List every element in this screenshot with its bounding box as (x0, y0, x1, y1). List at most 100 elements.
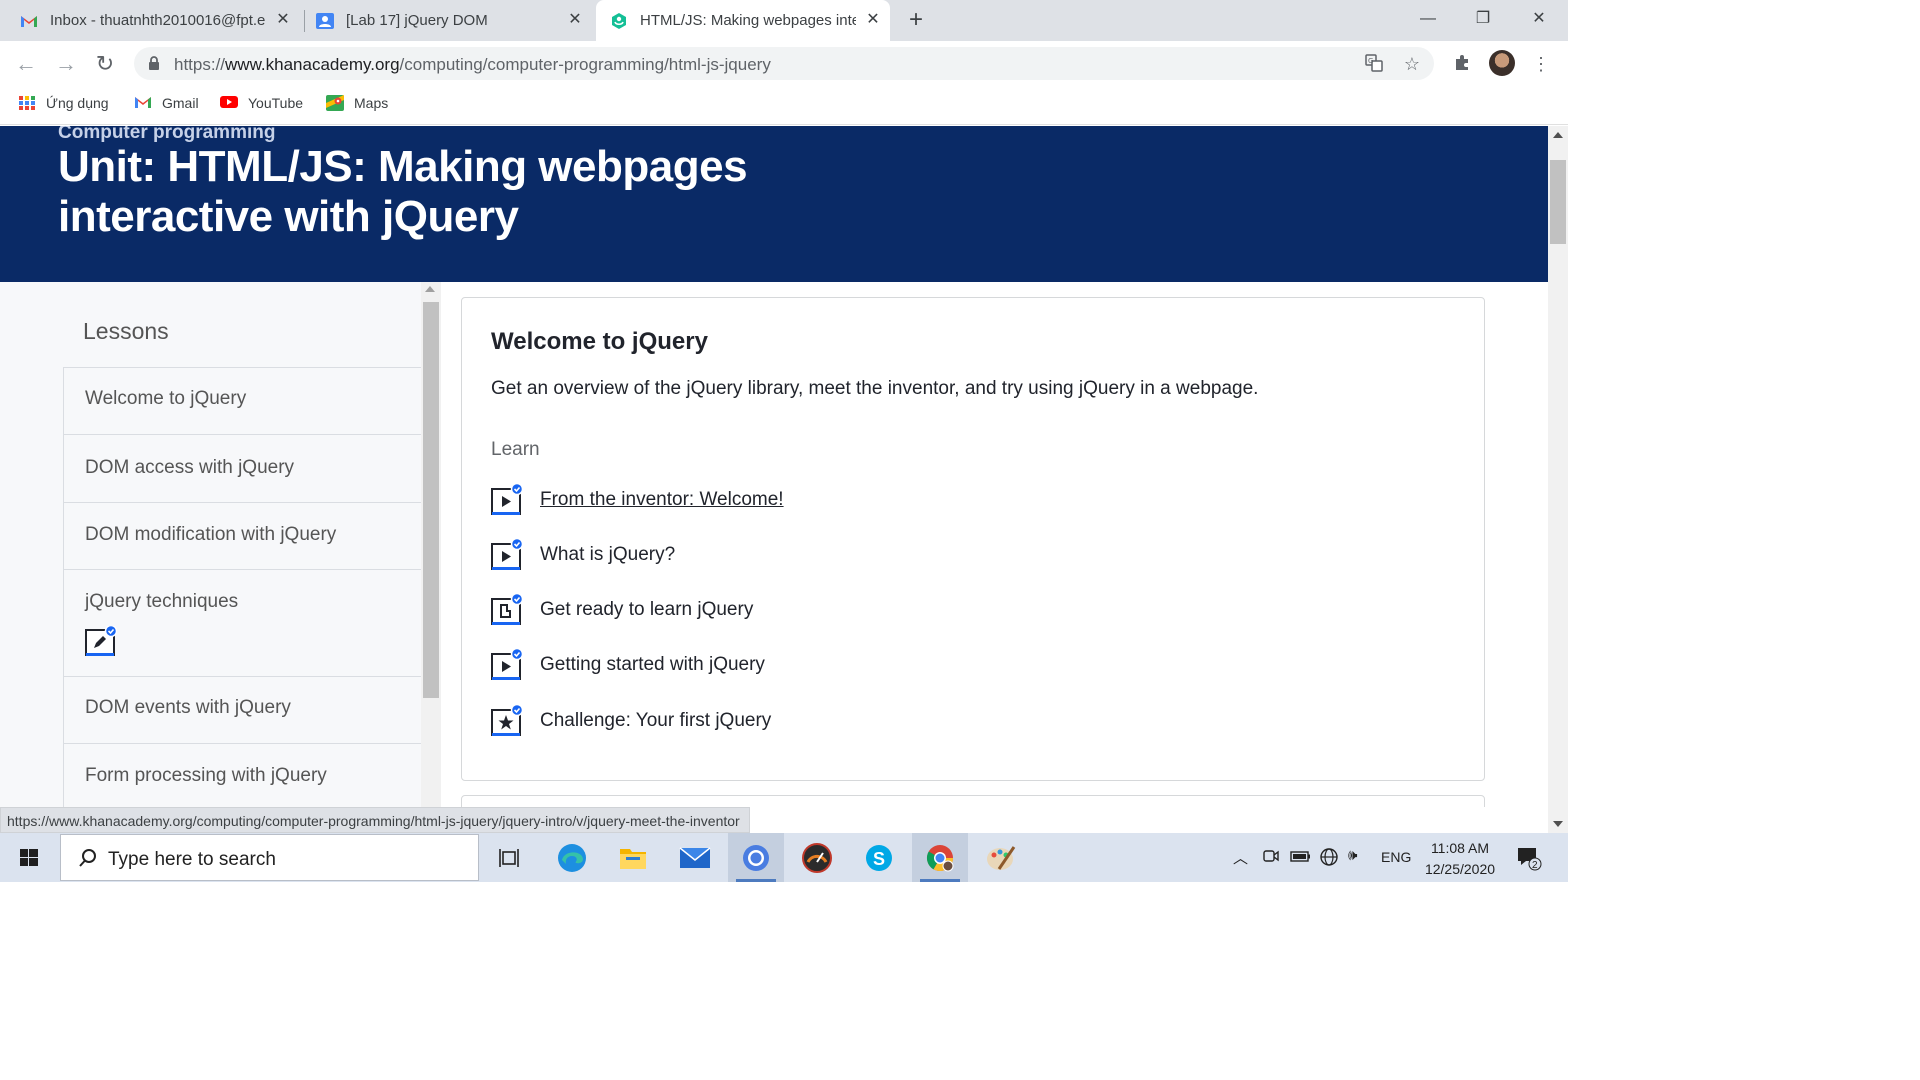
svg-text:S: S (873, 849, 885, 869)
bookmark-label: Gmail (162, 95, 199, 111)
mail-icon[interactable] (667, 833, 723, 882)
back-arrow-icon[interactable]: ← (13, 51, 39, 77)
learn-item-link[interactable]: Get ready to learn jQuery (540, 599, 753, 621)
extensions-puzzle-icon[interactable] (1451, 53, 1473, 75)
learn-item-video[interactable]: From the inventor: Welcome! (491, 482, 784, 517)
file-explorer-icon[interactable] (605, 833, 661, 882)
battery-icon[interactable] (1290, 847, 1312, 869)
learn-item-link[interactable]: What is jQuery? (540, 544, 675, 566)
khan-academy-icon (610, 12, 628, 30)
bookmark-star-icon[interactable]: ☆ (1402, 54, 1422, 74)
lesson-item-form-processing[interactable]: Form processing with jQuery (63, 743, 421, 807)
window-close-icon[interactable]: ✕ (1525, 6, 1553, 32)
scroll-up-arrow-icon[interactable] (1553, 132, 1563, 138)
scroll-down-arrow-icon[interactable] (1553, 821, 1563, 827)
tab-title: [Lab 17] jQuery DOM (346, 12, 488, 29)
video-play-icon (491, 647, 524, 682)
reload-icon[interactable]: ↻ (92, 51, 118, 77)
lesson-item-dom-access[interactable]: DOM access with jQuery (63, 434, 421, 502)
pencil-exercise-icon[interactable] (85, 624, 118, 658)
meet-now-icon[interactable] (1262, 847, 1280, 869)
challenge-star-icon (491, 703, 524, 738)
bookmark-youtube[interactable]: YouTube (220, 95, 303, 111)
restore-icon[interactable]: ❐ (1469, 6, 1497, 32)
clock-time: 11:08 AM (1430, 840, 1490, 856)
forward-arrow-icon[interactable]: → (53, 51, 79, 77)
bookmark-apps[interactable]: Ứng dụng (18, 95, 109, 111)
bookmark-maps[interactable]: Maps (326, 95, 388, 111)
apps-grid-icon (18, 95, 36, 111)
next-lesson-card (461, 795, 1485, 807)
video-play-icon (491, 482, 524, 517)
profile-avatar[interactable] (1489, 50, 1515, 76)
minimize-icon[interactable]: — (1414, 6, 1442, 32)
paint-icon[interactable] (973, 833, 1029, 882)
learn-item-video[interactable]: Getting started with jQuery (491, 647, 765, 682)
task-view-icon[interactable] (482, 833, 538, 882)
learn-item-link[interactable]: Challenge: Your first jQuery (540, 710, 771, 732)
network-globe-icon[interactable] (1319, 847, 1339, 871)
sidebar-scrollbar[interactable] (421, 282, 441, 807)
bookmark-label: Maps (354, 95, 389, 111)
bookmark-gmail[interactable]: Gmail (134, 95, 199, 111)
active-app-indicator (920, 879, 960, 882)
lesson-item-jquery-techniques[interactable]: jQuery techniques (63, 569, 421, 676)
lesson-item-dom-modification[interactable]: DOM modification with jQuery (63, 502, 421, 569)
tab-khan-academy[interactable]: HTML/JS: Making webpages inte ✕ (596, 0, 890, 41)
chromium-icon[interactable] (728, 833, 784, 882)
learn-item-video[interactable]: What is jQuery? (491, 537, 675, 572)
article-document-icon (491, 592, 524, 627)
learn-item-article[interactable]: Get ready to learn jQuery (491, 592, 753, 627)
lessons-heading: Lessons (83, 318, 169, 344)
new-tab-plus-icon[interactable]: + (903, 8, 929, 34)
active-app-indicator (736, 879, 776, 882)
tab-title: Inbox - thuatnhth2010016@fpt.e (50, 12, 266, 29)
gmail-icon (20, 12, 38, 30)
more-menu-icon[interactable]: ⋮ (1530, 53, 1552, 75)
tab-lab17[interactable]: [Lab 17] jQuery DOM ✕ (316, 0, 592, 41)
lesson-item-welcome[interactable]: Welcome to jQuery (63, 367, 421, 434)
youtube-icon (220, 95, 238, 111)
address-bar[interactable]: https://www.khanacademy.org/computing/co… (134, 47, 1434, 80)
translate-icon[interactable]: G (1364, 54, 1384, 74)
lesson-label: DOM modification with jQuery (85, 524, 337, 545)
notification-center-icon[interactable]: 2 (1516, 845, 1542, 875)
windows-start-icon[interactable] (0, 833, 58, 882)
lessons-sidebar: Lessons Welcome to jQuery DOM access wit… (0, 282, 421, 807)
classroom-icon (316, 12, 334, 30)
lesson-title[interactable]: Welcome to jQuery (491, 328, 708, 356)
lesson-label: DOM access with jQuery (85, 457, 295, 478)
scrollbar-thumb[interactable] (1550, 160, 1566, 244)
svg-text:G: G (1368, 57, 1373, 65)
edge-icon[interactable] (544, 833, 600, 882)
speedometer-app-icon[interactable] (789, 833, 845, 882)
lesson-item-dom-events[interactable]: DOM events with jQuery (63, 676, 421, 743)
tab-close-icon[interactable]: ✕ (566, 11, 584, 29)
show-hidden-icons-chevron-icon[interactable]: ︿ (1233, 847, 1248, 868)
url-text: https://www.khanacademy.org/computing/co… (174, 55, 771, 74)
bookmarks-bar: Ứng dụng Gmail YouTube Maps (0, 87, 1568, 125)
page-scrollbar[interactable] (1548, 126, 1568, 833)
windows-taskbar: Type here to search S ︿ 🕪 ENG 11:08 AM 1… (0, 833, 1568, 882)
learn-item-link[interactable]: Getting started with jQuery (540, 654, 765, 676)
video-play-icon (491, 537, 524, 572)
unit-header-banner: Computer programming Unit: HTML/JS: Maki… (0, 126, 1548, 282)
chrome-icon[interactable] (912, 833, 968, 882)
tab-close-icon[interactable]: ✕ (864, 11, 882, 29)
tab-close-icon[interactable]: ✕ (274, 11, 292, 29)
input-language[interactable]: ENG (1381, 849, 1411, 865)
browser-toolbar: ← → ↻ https://www.khanacademy.org/comput… (0, 41, 1568, 87)
tab-strip: Inbox - thuatnhth2010016@fpt.e ✕ [Lab 17… (0, 0, 1568, 41)
learn-item-link[interactable]: From the inventor: Welcome! (540, 489, 784, 511)
scroll-up-arrow-icon[interactable] (425, 286, 435, 292)
volume-icon[interactable]: 🕪 (1348, 847, 1357, 864)
tab-title: HTML/JS: Making webpages inte (640, 12, 856, 29)
skype-icon[interactable]: S (851, 833, 907, 882)
system-clock[interactable]: 11:08 AM 12/25/2020 (1419, 838, 1501, 880)
taskbar-search-box[interactable]: Type here to search (60, 834, 479, 881)
scrollbar-thumb[interactable] (423, 302, 439, 698)
status-bar-url: https://www.khanacademy.org/computing/co… (0, 807, 750, 833)
gmail-icon (134, 95, 152, 111)
tab-gmail[interactable]: Inbox - thuatnhth2010016@fpt.e ✕ (20, 0, 300, 41)
learn-item-challenge[interactable]: Challenge: Your first jQuery (491, 703, 771, 738)
